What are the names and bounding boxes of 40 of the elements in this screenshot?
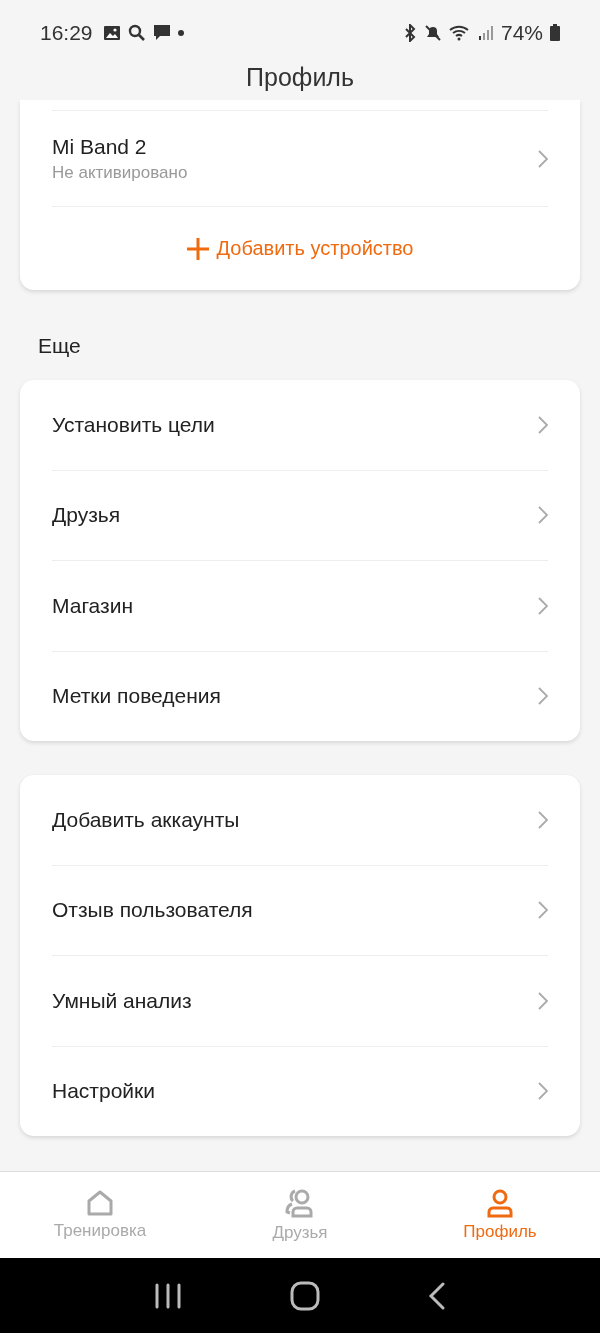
message-icon <box>152 24 171 41</box>
signal-icon <box>477 24 494 41</box>
home-button-icon <box>290 1280 320 1311</box>
chevron-icon <box>538 991 548 1010</box>
chevron-icon <box>538 596 548 615</box>
chevron-icon <box>538 901 548 920</box>
battery-percent: 74% <box>500 20 543 45</box>
image-icon <box>102 24 121 41</box>
menu-item[interactable]: Магазин <box>52 561 548 652</box>
menu-item[interactable]: Умный анализ <box>52 956 548 1047</box>
home-icon <box>86 1189 114 1217</box>
chevron-icon <box>538 506 548 525</box>
menu-item[interactable]: Добавить аккаунты <box>52 775 548 866</box>
menu-item[interactable]: Метки поведения <box>52 651 548 741</box>
device-row[interactable]: Mi Band 2 Не активировано <box>52 110 548 207</box>
search-icon <box>127 23 146 42</box>
mute-icon <box>423 23 442 42</box>
wifi-icon <box>448 23 471 42</box>
menu-item[interactable]: Установить цели <box>52 380 548 471</box>
battery-icon <box>550 24 560 41</box>
status-time: 16:29 <box>40 20 93 45</box>
device-name: Mi Band 2 <box>52 134 148 159</box>
chevron-icon <box>538 1082 548 1101</box>
page-title: Профиль <box>246 63 354 92</box>
people-icon <box>284 1187 316 1219</box>
section-title: Еще <box>38 334 81 358</box>
chevron-icon <box>538 810 548 829</box>
chevron-icon <box>538 149 548 168</box>
recent-apps-icon <box>154 1282 182 1309</box>
dot-icon <box>177 29 184 36</box>
plus-icon <box>186 237 209 260</box>
person-icon <box>487 1188 513 1218</box>
menu-item[interactable]: Отзыв пользователя <box>52 865 548 956</box>
chevron-icon <box>538 687 548 706</box>
menu-item[interactable]: Друзья <box>52 470 548 561</box>
back-icon <box>428 1281 446 1310</box>
device-status: Не активировано <box>52 162 188 183</box>
bluetooth-icon <box>402 23 417 42</box>
menu-item[interactable]: Настройки <box>52 1046 548 1136</box>
chevron-icon <box>538 415 548 434</box>
